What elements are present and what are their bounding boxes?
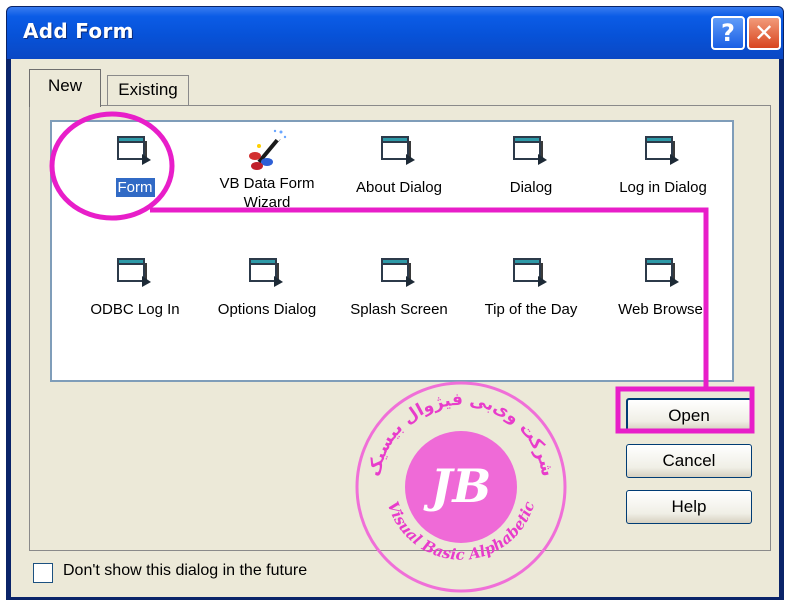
list-item-vb-data-form-wizard[interactable]: VB Data Form Wizard [202,128,332,212]
list-item-splash-screen[interactable]: Splash Screen [334,256,464,319]
form-icon [511,256,551,290]
list-item-tip-of-the-day[interactable]: Tip of the Day [466,256,596,319]
list-item-options-dialog[interactable]: Options Dialog [202,256,332,319]
list-item-label: About Dialog [356,179,442,196]
list-item-label: Log in Dialog [619,179,707,196]
list-item-label: Options Dialog [217,301,317,318]
form-icon [379,134,419,168]
form-icon [643,134,683,168]
list-item-label: VB Data Form Wizard [219,175,315,211]
form-icon [115,134,155,168]
dont-show-checkbox[interactable] [33,563,53,583]
form-icon [643,256,683,290]
list-item-label: Form [115,178,155,197]
form-icon [511,134,551,168]
tab-existing[interactable]: Existing [107,75,189,105]
form-icon [379,256,419,290]
help-button[interactable]: Help [626,490,752,524]
window-title: Add Form [23,19,134,43]
close-button[interactable]: ✕ [747,16,781,50]
tab-new[interactable]: New [29,69,101,107]
form-template-list[interactable]: Form VB Data Form Wizard About Dialog Di… [50,120,734,382]
list-item-label: Dialog [509,179,553,196]
form-icon [247,256,287,290]
list-item-label: Tip of the Day [484,301,578,318]
list-item-web-browser[interactable]: Web Browser [598,256,728,319]
wizard-icon [249,129,287,170]
list-item-dialog[interactable]: Dialog [466,134,596,197]
list-item-log-in-dialog[interactable]: Log in Dialog [598,134,728,197]
list-item-odbc-log-in[interactable]: ODBC Log In [70,256,200,319]
title-bar[interactable]: Add Form ? ✕ [7,7,783,59]
form-icon [115,256,155,290]
list-item-label: Web Browser [618,301,708,318]
dont-show-label: Don't show this dialog in the future [63,562,308,579]
help-title-button[interactable]: ? [711,16,745,50]
list-item-about-dialog[interactable]: About Dialog [334,134,464,197]
list-item-label: Splash Screen [350,301,448,318]
open-button[interactable]: Open [626,398,752,432]
list-item-label: ODBC Log In [90,301,180,318]
list-item-form[interactable]: Form [70,134,200,197]
cancel-button[interactable]: Cancel [626,444,752,478]
stamp-monogram: JB [423,459,492,513]
watermark-stamp: JB شرکت وی‌بی فیژوال بیسیک Visual Basic … [355,381,567,593]
